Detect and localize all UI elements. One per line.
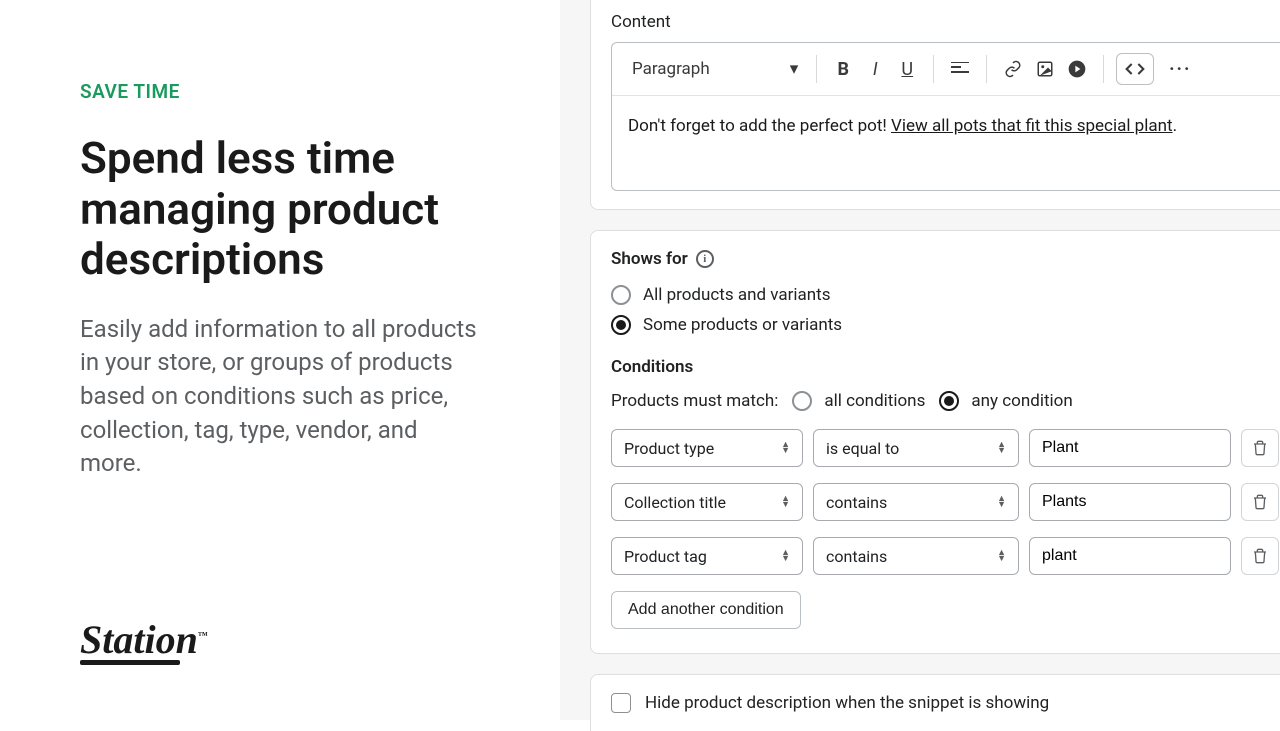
link-icon[interactable] (999, 55, 1027, 83)
editor-link[interactable]: View all pots that fit this special plan… (891, 116, 1173, 136)
bold-icon[interactable]: B (829, 55, 857, 83)
match-row: Products must match: all conditions any … (611, 391, 1280, 411)
condition-row: Product tag ▲▼ contains ▲▼ (611, 537, 1280, 575)
radio-all-products[interactable]: All products and variants (611, 285, 1280, 305)
editor-toolbar: Paragraph ▾ B I U (612, 43, 1280, 96)
condition-field-select[interactable]: Collection title ▲▼ (611, 483, 803, 521)
sort-icon: ▲▼ (997, 442, 1006, 454)
conditions-label: Conditions (611, 357, 1280, 377)
delete-condition-button[interactable] (1241, 537, 1279, 575)
editor-body[interactable]: Don't forget to add the perfect pot! Vie… (612, 96, 1280, 190)
more-icon[interactable]: ··· (1166, 55, 1194, 83)
app-panel: Content Paragraph ▾ B I U (560, 0, 1280, 720)
condition-value-input[interactable] (1029, 429, 1231, 467)
delete-condition-button[interactable] (1241, 483, 1279, 521)
hide-card: Hide product description when the snippe… (590, 674, 1280, 731)
italic-icon[interactable]: I (861, 55, 889, 83)
content-label: Content (611, 12, 1280, 32)
headline: Spend less time managing product descrip… (80, 133, 480, 285)
caret-down-icon: ▾ (790, 59, 799, 79)
radio-checked-icon (611, 315, 631, 335)
radio-match-any[interactable]: any condition (939, 391, 1072, 411)
sort-icon: ▲▼ (781, 442, 790, 454)
sort-icon: ▲▼ (997, 550, 1006, 562)
body-copy: Easily add information to all products i… (80, 313, 480, 481)
condition-op-select[interactable]: contains ▲▼ (813, 537, 1019, 575)
content-card: Content Paragraph ▾ B I U (590, 0, 1280, 210)
video-icon[interactable] (1063, 55, 1091, 83)
delete-condition-button[interactable] (1241, 429, 1279, 467)
radio-checked-icon (939, 391, 959, 411)
checkbox-icon (611, 693, 631, 713)
radio-icon (611, 285, 631, 305)
add-condition-button[interactable]: Add another condition (611, 591, 801, 629)
sort-icon: ▲▼ (781, 550, 790, 562)
underline-icon[interactable]: U (893, 55, 921, 83)
shows-for-title: Shows for (611, 249, 688, 269)
sort-icon: ▲▼ (781, 496, 790, 508)
eyebrow: SAVE TIME (80, 80, 480, 103)
sort-icon: ▲▼ (997, 496, 1006, 508)
hide-checkbox-row[interactable]: Hide product description when the snippe… (611, 693, 1280, 713)
condition-value-input[interactable] (1029, 483, 1231, 521)
marketing-panel: SAVE TIME Spend less time managing produ… (0, 0, 560, 720)
code-icon[interactable] (1116, 53, 1154, 85)
condition-field-select[interactable]: Product type ▲▼ (611, 429, 803, 467)
condition-value-input[interactable] (1029, 537, 1231, 575)
format-select[interactable]: Paragraph ▾ (626, 55, 804, 83)
shows-for-card: Shows for i All products and variants So… (590, 230, 1280, 654)
condition-field-select[interactable]: Product tag ▲▼ (611, 537, 803, 575)
rich-text-editor: Paragraph ▾ B I U (611, 42, 1280, 191)
condition-op-select[interactable]: contains ▲▼ (813, 483, 1019, 521)
radio-some-products[interactable]: Some products or variants (611, 315, 1280, 335)
station-logo: Station™ (80, 622, 208, 665)
condition-op-select[interactable]: is equal to ▲▼ (813, 429, 1019, 467)
condition-row: Product type ▲▼ is equal to ▲▼ (611, 429, 1280, 467)
radio-icon (792, 391, 812, 411)
info-icon[interactable]: i (696, 250, 714, 268)
condition-row: Collection title ▲▼ contains ▲▼ (611, 483, 1280, 521)
image-icon[interactable] (1031, 55, 1059, 83)
radio-match-all[interactable]: all conditions (792, 391, 925, 411)
align-icon[interactable] (946, 55, 974, 83)
